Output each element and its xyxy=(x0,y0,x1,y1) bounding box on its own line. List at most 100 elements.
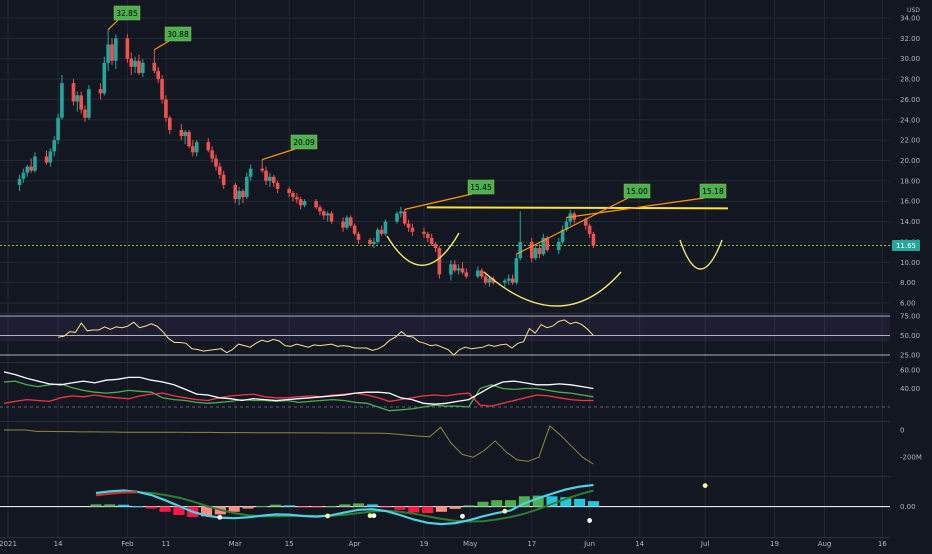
candle-body xyxy=(422,231,426,234)
macd-histogram-bar xyxy=(228,506,240,512)
candle-body xyxy=(429,237,434,244)
macd-histogram-bar xyxy=(159,506,171,512)
macd-histogram-bar xyxy=(408,506,420,513)
macd-histogram-bar xyxy=(104,504,116,507)
annotation-text: 30.88 xyxy=(167,30,189,39)
macd-histogram-bar xyxy=(366,504,378,507)
macd-crossover-dot xyxy=(502,508,508,514)
candle-body xyxy=(83,109,87,118)
price-tick-label: 18.00 xyxy=(900,177,920,185)
x-tick-label: Aug xyxy=(818,540,832,548)
candle-body xyxy=(237,191,241,200)
x-tick-label: Feb xyxy=(121,540,134,548)
price-tick-label: 6.00 xyxy=(900,300,916,308)
dmi-tick-label: 40.00 xyxy=(900,385,920,393)
x-tick-label: Jun xyxy=(583,540,595,548)
candle-body xyxy=(530,241,534,259)
macd-histogram-bar xyxy=(90,504,102,507)
x-tick-label: 19 xyxy=(420,540,429,548)
macd-histogram-bar xyxy=(325,506,337,508)
candle-body xyxy=(75,95,80,102)
macd-histogram-bar xyxy=(145,506,157,509)
candle-body xyxy=(221,174,226,185)
macd-histogram-bar xyxy=(394,506,406,510)
x-tick-label: Mar xyxy=(229,540,242,548)
annotation-text: 15.00 xyxy=(626,187,648,196)
candle-body xyxy=(345,217,349,228)
candle-body xyxy=(241,191,245,198)
volume-tick-label: -200M xyxy=(900,454,922,462)
macd-crossover-dot xyxy=(460,513,465,519)
candle-body xyxy=(98,89,103,94)
candle-body xyxy=(314,201,318,208)
candle-body xyxy=(537,248,542,255)
candle-body xyxy=(133,60,137,67)
volume-tick-label: 0 xyxy=(900,427,904,435)
macd-histogram-bar xyxy=(311,506,323,508)
macd-histogram-bar xyxy=(504,500,517,507)
macd-histogram-bar xyxy=(422,506,434,514)
candle-body xyxy=(395,213,399,222)
candle-body xyxy=(60,83,64,118)
candle-body xyxy=(125,38,130,59)
candle-body xyxy=(503,280,507,283)
macd-histogram-bar xyxy=(297,506,309,508)
candle-body xyxy=(514,258,519,283)
dmi-tick-label: 60.00 xyxy=(900,367,920,375)
candle-body xyxy=(295,197,299,200)
candle-body xyxy=(287,189,291,194)
macd-histogram-bar xyxy=(587,501,599,507)
candle-body xyxy=(87,89,91,118)
macd-histogram-bar xyxy=(435,506,447,512)
candle-body xyxy=(399,211,403,214)
candle-body xyxy=(248,168,253,177)
candle-body xyxy=(210,150,214,159)
candle-body xyxy=(329,213,334,222)
price-tick-label: 34.00 xyxy=(900,15,920,23)
x-tick-label: 11 xyxy=(161,540,170,548)
candle-body xyxy=(214,158,218,167)
macd-histogram-bar xyxy=(283,505,295,507)
candle-body xyxy=(483,276,488,283)
price-tick-label: 20.00 xyxy=(900,157,920,165)
resistance-line xyxy=(426,206,729,210)
x-tick-label: May xyxy=(463,540,477,548)
candle-body xyxy=(291,193,295,198)
candle-body xyxy=(114,38,118,61)
annotation-text: 15.18 xyxy=(702,187,724,196)
macd-crossover-dot xyxy=(702,483,708,489)
candle-body xyxy=(402,211,407,224)
candle-body xyxy=(476,270,480,277)
candle-body xyxy=(156,70,161,80)
currency-label: USD xyxy=(907,7,920,14)
candle-body xyxy=(206,142,211,151)
candle-body xyxy=(479,270,484,277)
candle-body xyxy=(129,58,134,67)
annotation-text: 20.09 xyxy=(293,138,315,147)
candle-body xyxy=(506,278,511,281)
candle-body xyxy=(25,166,30,173)
candle-body xyxy=(302,201,307,206)
rsi-band xyxy=(0,316,890,342)
candle-body xyxy=(260,168,265,171)
candle-body xyxy=(426,233,430,238)
candle-body xyxy=(164,99,168,118)
candle-body xyxy=(379,229,384,234)
candle-body xyxy=(587,225,592,234)
candle-body xyxy=(52,140,57,152)
candle-body xyxy=(348,217,353,226)
macd-histogram-bar xyxy=(463,505,475,507)
candle-body xyxy=(449,264,453,275)
stock-chart[interactable]: 2021 14 Feb 11 Mar 15 Apr 19 May 17 Jun 14 Jul 19 Aug 1… xyxy=(0,0,932,550)
price-tick-label: 14.00 xyxy=(900,218,920,226)
candle-body xyxy=(464,272,469,277)
candle-body xyxy=(218,166,222,175)
candle-body xyxy=(264,170,268,181)
candle-body xyxy=(167,117,172,130)
candle-body xyxy=(452,264,457,271)
candle-body xyxy=(518,241,523,259)
candle-body xyxy=(160,79,164,100)
x-tick-label: 19 xyxy=(770,540,779,548)
price-tick-label: 22.00 xyxy=(900,137,920,145)
rsi-tick-label: 25.00 xyxy=(900,352,920,360)
